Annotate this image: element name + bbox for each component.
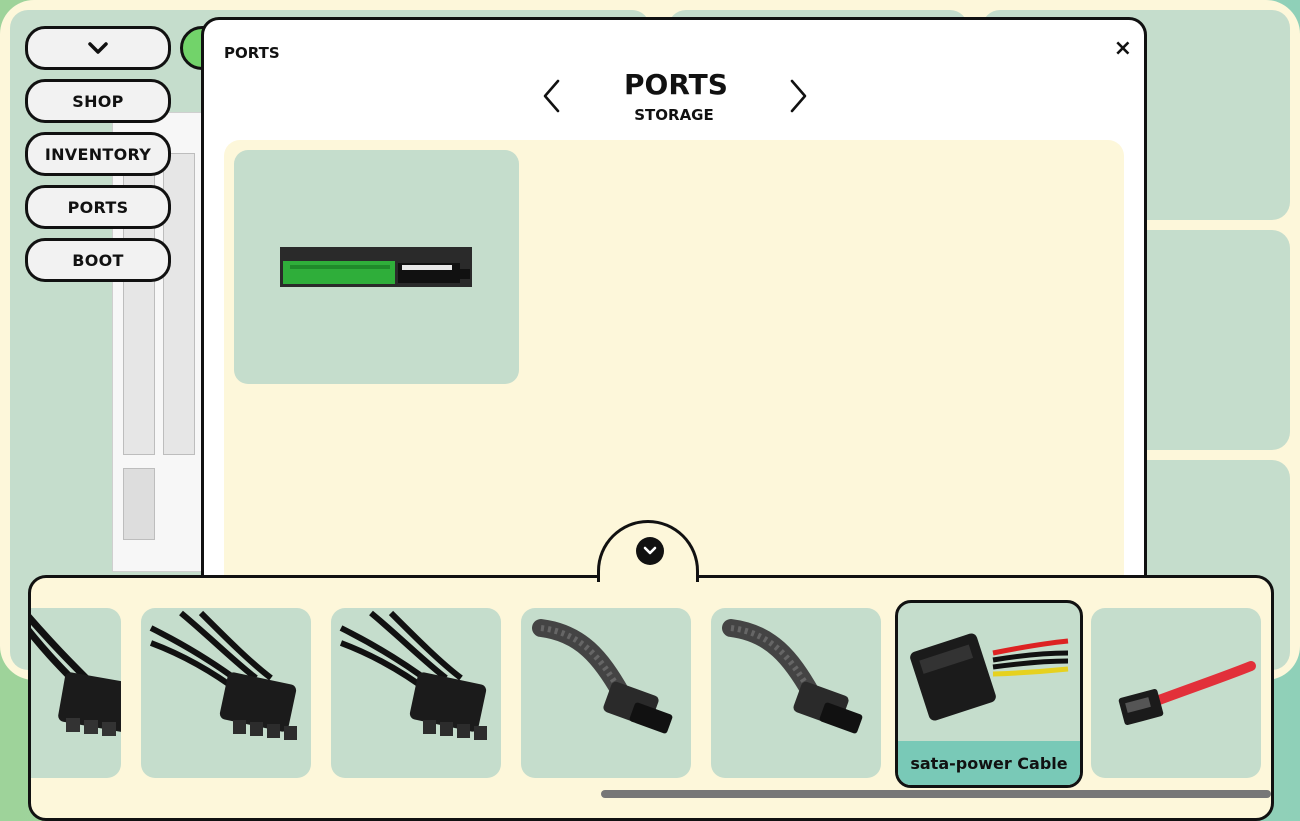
tray-item[interactable] [711, 608, 881, 778]
tray-item[interactable] [331, 608, 501, 778]
sidebar-item-boot[interactable]: BOOT [25, 238, 171, 282]
sleeved-power-cable-icon [532, 619, 673, 734]
sidebar-item-label: SHOP [72, 91, 124, 111]
sata-power-cable-icon [910, 633, 1069, 721]
pcie-power-cable-icon [31, 614, 121, 736]
tray-item[interactable] [1091, 608, 1261, 778]
chevron-right-icon [790, 79, 807, 113]
sata-port-icon [280, 247, 472, 287]
sata-data-cable-icon [1118, 661, 1256, 726]
tray-item-label: sata-power Cable [898, 741, 1080, 785]
tray-item[interactable] [521, 608, 691, 778]
close-icon: × [1113, 36, 1132, 61]
pcie-power-cable-icon [149, 610, 297, 740]
chevron-down-icon [88, 42, 108, 54]
next-category-button[interactable] [786, 78, 810, 114]
sidebar-item-ports[interactable]: PORTS [25, 185, 171, 229]
inventory-tray: sata-power Cable [28, 575, 1274, 821]
close-button[interactable]: × [1114, 36, 1132, 61]
sidebar-item-shop[interactable]: SHOP [25, 79, 171, 123]
modal-title: PORTS [624, 68, 728, 101]
pc-case-image[interactable] [112, 112, 209, 572]
sidebar-toggle-button[interactable] [25, 26, 171, 70]
chevron-left-icon [543, 79, 560, 113]
sidebar-item-label: PORTS [67, 197, 129, 217]
prev-category-button[interactable] [540, 78, 564, 114]
modal-header-label: PORTS [224, 44, 280, 62]
tray-scrollbar[interactable] [601, 790, 1271, 798]
tray-item[interactable] [31, 608, 121, 778]
sidebar-item-label: INVENTORY [44, 144, 152, 164]
sleeved-power-cable-icon [722, 619, 863, 734]
port-card-sata[interactable] [234, 150, 519, 384]
tray-item-selected[interactable]: sata-power Cable [895, 600, 1083, 788]
modal-subtitle: STORAGE [634, 106, 714, 124]
sidebar-item-label: BOOT [72, 250, 124, 270]
sidebar-item-inventory[interactable]: INVENTORY [25, 132, 171, 176]
pcie-power-cable-icon [339, 610, 487, 740]
chevron-down-icon [636, 537, 664, 565]
tray-item[interactable] [141, 608, 311, 778]
